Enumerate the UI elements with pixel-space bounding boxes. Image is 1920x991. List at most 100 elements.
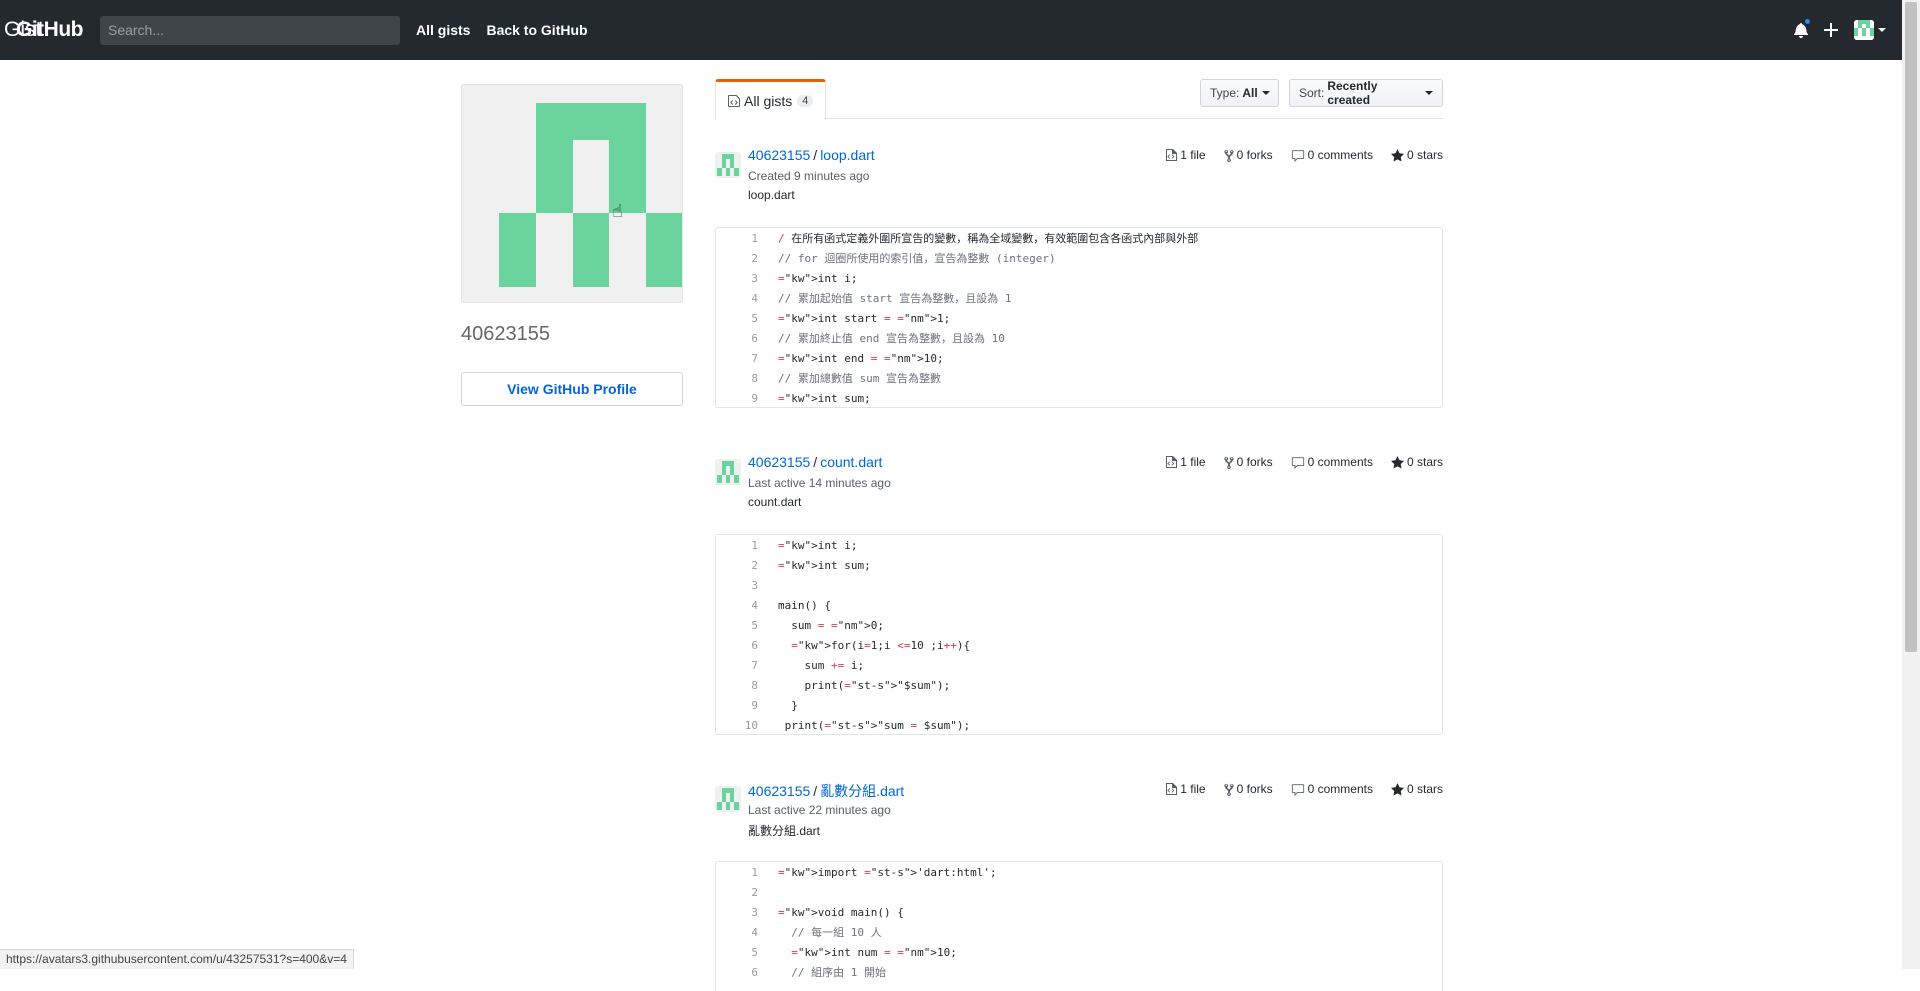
owner-avatar[interactable] bbox=[715, 786, 741, 812]
profile-avatar[interactable]: ☝ bbox=[461, 84, 683, 303]
gist-filename-link[interactable]: 亂數分組.dart bbox=[820, 783, 904, 799]
line-number[interactable]: 8 bbox=[716, 675, 768, 695]
create-new-plus-icon[interactable] bbox=[1824, 23, 1838, 37]
gists-main: All gists 4 Type: All Sort: Recently cre… bbox=[715, 79, 1443, 119]
chevron-down-icon bbox=[1262, 91, 1270, 95]
code-file-icon bbox=[728, 94, 740, 108]
line-number[interactable]: 7 bbox=[716, 348, 768, 368]
line-number[interactable]: 2 bbox=[716, 555, 768, 575]
forks-stat[interactable]: 0 forks bbox=[1224, 455, 1273, 469]
code-line: 7 sum += i; bbox=[716, 655, 970, 675]
code-preview[interactable]: 1/ 在所有函式定義外圍所宣告的變數，稱為全域變數，有效範圍包含各函式內部與外部… bbox=[715, 227, 1443, 408]
notifications-bell-icon[interactable] bbox=[1794, 22, 1808, 38]
line-number[interactable]: 7 bbox=[716, 655, 768, 675]
code-table: 1/ 在所有函式定義外圍所宣告的變數，稱為全域變數，有效範圍包含各函式內部與外部… bbox=[716, 228, 1198, 408]
gist-stats: 1 file 0 forks 0 comments 0 stars bbox=[1147, 148, 1443, 162]
identicon-image bbox=[481, 103, 665, 287]
view-github-profile-button[interactable]: View GitHub Profile bbox=[461, 372, 683, 406]
line-code: // 組序由 1 開始 bbox=[768, 962, 997, 982]
comments-count: 0 comments bbox=[1308, 148, 1373, 162]
line-number[interactable]: 4 bbox=[716, 595, 768, 615]
line-number[interactable]: 1 bbox=[716, 228, 768, 248]
line-number[interactable]: 9 bbox=[716, 695, 768, 715]
stars-stat[interactable]: 0 stars bbox=[1391, 782, 1443, 796]
pointer-cursor-icon: ☝ bbox=[612, 201, 623, 222]
line-number[interactable]: 6 bbox=[716, 328, 768, 348]
line-number[interactable]: 10 bbox=[716, 715, 768, 735]
stars-count: 0 stars bbox=[1407, 148, 1443, 162]
code-preview[interactable]: 1="kw">import ="st-s">'dart:html';23="kw… bbox=[715, 861, 1443, 991]
line-number[interactable]: 1 bbox=[716, 862, 768, 882]
page-scrollbar[interactable] bbox=[1902, 0, 1920, 969]
gist-header: 40623155/count.dart Last active 14 minut… bbox=[715, 452, 1443, 534]
owner-avatar[interactable] bbox=[715, 152, 741, 178]
line-code: ="kw">int i; bbox=[768, 535, 970, 555]
star-icon bbox=[1391, 783, 1404, 796]
comments-stat[interactable]: 0 comments bbox=[1291, 782, 1373, 796]
line-code: / 在所有函式定義外圍所宣告的變數，稱為全域變數，有效範圍包含各函式內部與外部 bbox=[768, 228, 1198, 248]
comments-stat[interactable]: 0 comments bbox=[1291, 455, 1373, 469]
line-number[interactable]: 6 bbox=[716, 635, 768, 655]
gist-owner-link[interactable]: 40623155 bbox=[748, 783, 810, 799]
gist-owner-link[interactable]: 40623155 bbox=[748, 147, 810, 163]
fork-icon bbox=[1224, 783, 1234, 796]
comment-icon bbox=[1291, 456, 1305, 469]
line-number[interactable]: 3 bbox=[716, 902, 768, 922]
gist-header: 40623155/loop.dart Created 9 minutes ago… bbox=[715, 145, 1443, 227]
code-line: 2// for 迴圈所使用的索引值，宣告為整數 (integer) bbox=[716, 248, 1198, 268]
tab-all-gists[interactable]: All gists 4 bbox=[715, 79, 826, 120]
line-number[interactable]: 4 bbox=[716, 288, 768, 308]
stars-stat[interactable]: 0 stars bbox=[1391, 455, 1443, 469]
forks-stat[interactable]: 0 forks bbox=[1224, 782, 1273, 796]
line-number[interactable]: 8 bbox=[716, 368, 768, 388]
line-number[interactable]: 3 bbox=[716, 575, 768, 595]
line-code: ="kw">int num = ="nm">10; bbox=[768, 942, 997, 962]
type-filter-dropdown[interactable]: Type: All bbox=[1200, 79, 1279, 107]
gist-filename-link[interactable]: count.dart bbox=[820, 454, 882, 470]
code-table: 1="kw">int i;2="kw">int sum;34main() {5 … bbox=[716, 535, 970, 735]
sort-dropdown[interactable]: Sort: Recently created bbox=[1289, 79, 1443, 107]
line-number[interactable]: 4 bbox=[716, 922, 768, 942]
comments-stat[interactable]: 0 comments bbox=[1291, 148, 1373, 162]
line-number[interactable]: 5 bbox=[716, 308, 768, 328]
user-menu[interactable] bbox=[1854, 20, 1886, 40]
line-number[interactable]: 2 bbox=[716, 882, 768, 902]
line-code: print(="st-s">"sum = $sum"); bbox=[768, 715, 970, 735]
profile-username: 40623155 bbox=[461, 323, 683, 346]
line-number[interactable]: 5 bbox=[716, 942, 768, 962]
files-stat[interactable]: 1 file bbox=[1165, 782, 1205, 796]
line-number[interactable]: 1 bbox=[716, 535, 768, 555]
code-line: 5="kw">int start = ="nm">1; bbox=[716, 308, 1198, 328]
code-line: 8// 累加總數值 sum 宣告為整數 bbox=[716, 368, 1198, 388]
owner-avatar[interactable] bbox=[715, 459, 741, 485]
forks-stat[interactable]: 0 forks bbox=[1224, 148, 1273, 162]
files-stat[interactable]: 1 file bbox=[1165, 148, 1205, 162]
line-code: } bbox=[768, 695, 970, 715]
code-line: 3 bbox=[716, 575, 970, 595]
line-number[interactable]: 3 bbox=[716, 268, 768, 288]
github-gist-logo[interactable]: GitHub Gist bbox=[16, 18, 83, 42]
stars-count: 0 stars bbox=[1407, 455, 1443, 469]
stars-stat[interactable]: 0 stars bbox=[1391, 148, 1443, 162]
gist-owner-link[interactable]: 40623155 bbox=[748, 454, 810, 470]
line-code: ="kw">int sum; bbox=[768, 555, 970, 575]
sort-label: Sort: bbox=[1299, 86, 1324, 100]
gist-filename-link[interactable]: loop.dart bbox=[820, 147, 874, 163]
stars-count: 0 stars bbox=[1407, 782, 1443, 796]
type-filter-value: All bbox=[1242, 86, 1257, 100]
line-number[interactable]: 6 bbox=[716, 962, 768, 982]
sort-value: Recently created bbox=[1327, 79, 1421, 107]
line-number[interactable]: 2 bbox=[716, 248, 768, 268]
comment-icon bbox=[1291, 783, 1305, 796]
gist-title: 40623155/亂數分組.dart bbox=[748, 781, 904, 801]
chevron-down-icon bbox=[1425, 91, 1433, 95]
logo-product: Gist bbox=[4, 18, 732, 42]
line-number[interactable]: 9 bbox=[716, 388, 768, 408]
scrollbar-thumb[interactable] bbox=[1905, 2, 1917, 652]
gist-stats: 1 file 0 forks 0 comments 0 stars bbox=[1147, 782, 1443, 796]
files-stat[interactable]: 1 file bbox=[1165, 455, 1205, 469]
code-preview[interactable]: 1="kw">int i;2="kw">int sum;34main() {5 … bbox=[715, 534, 1443, 735]
code-file-icon bbox=[1165, 783, 1177, 795]
gist-item: 40623155/亂數分組.dart Last active 22 minute… bbox=[715, 779, 1443, 991]
line-number[interactable]: 5 bbox=[716, 615, 768, 635]
